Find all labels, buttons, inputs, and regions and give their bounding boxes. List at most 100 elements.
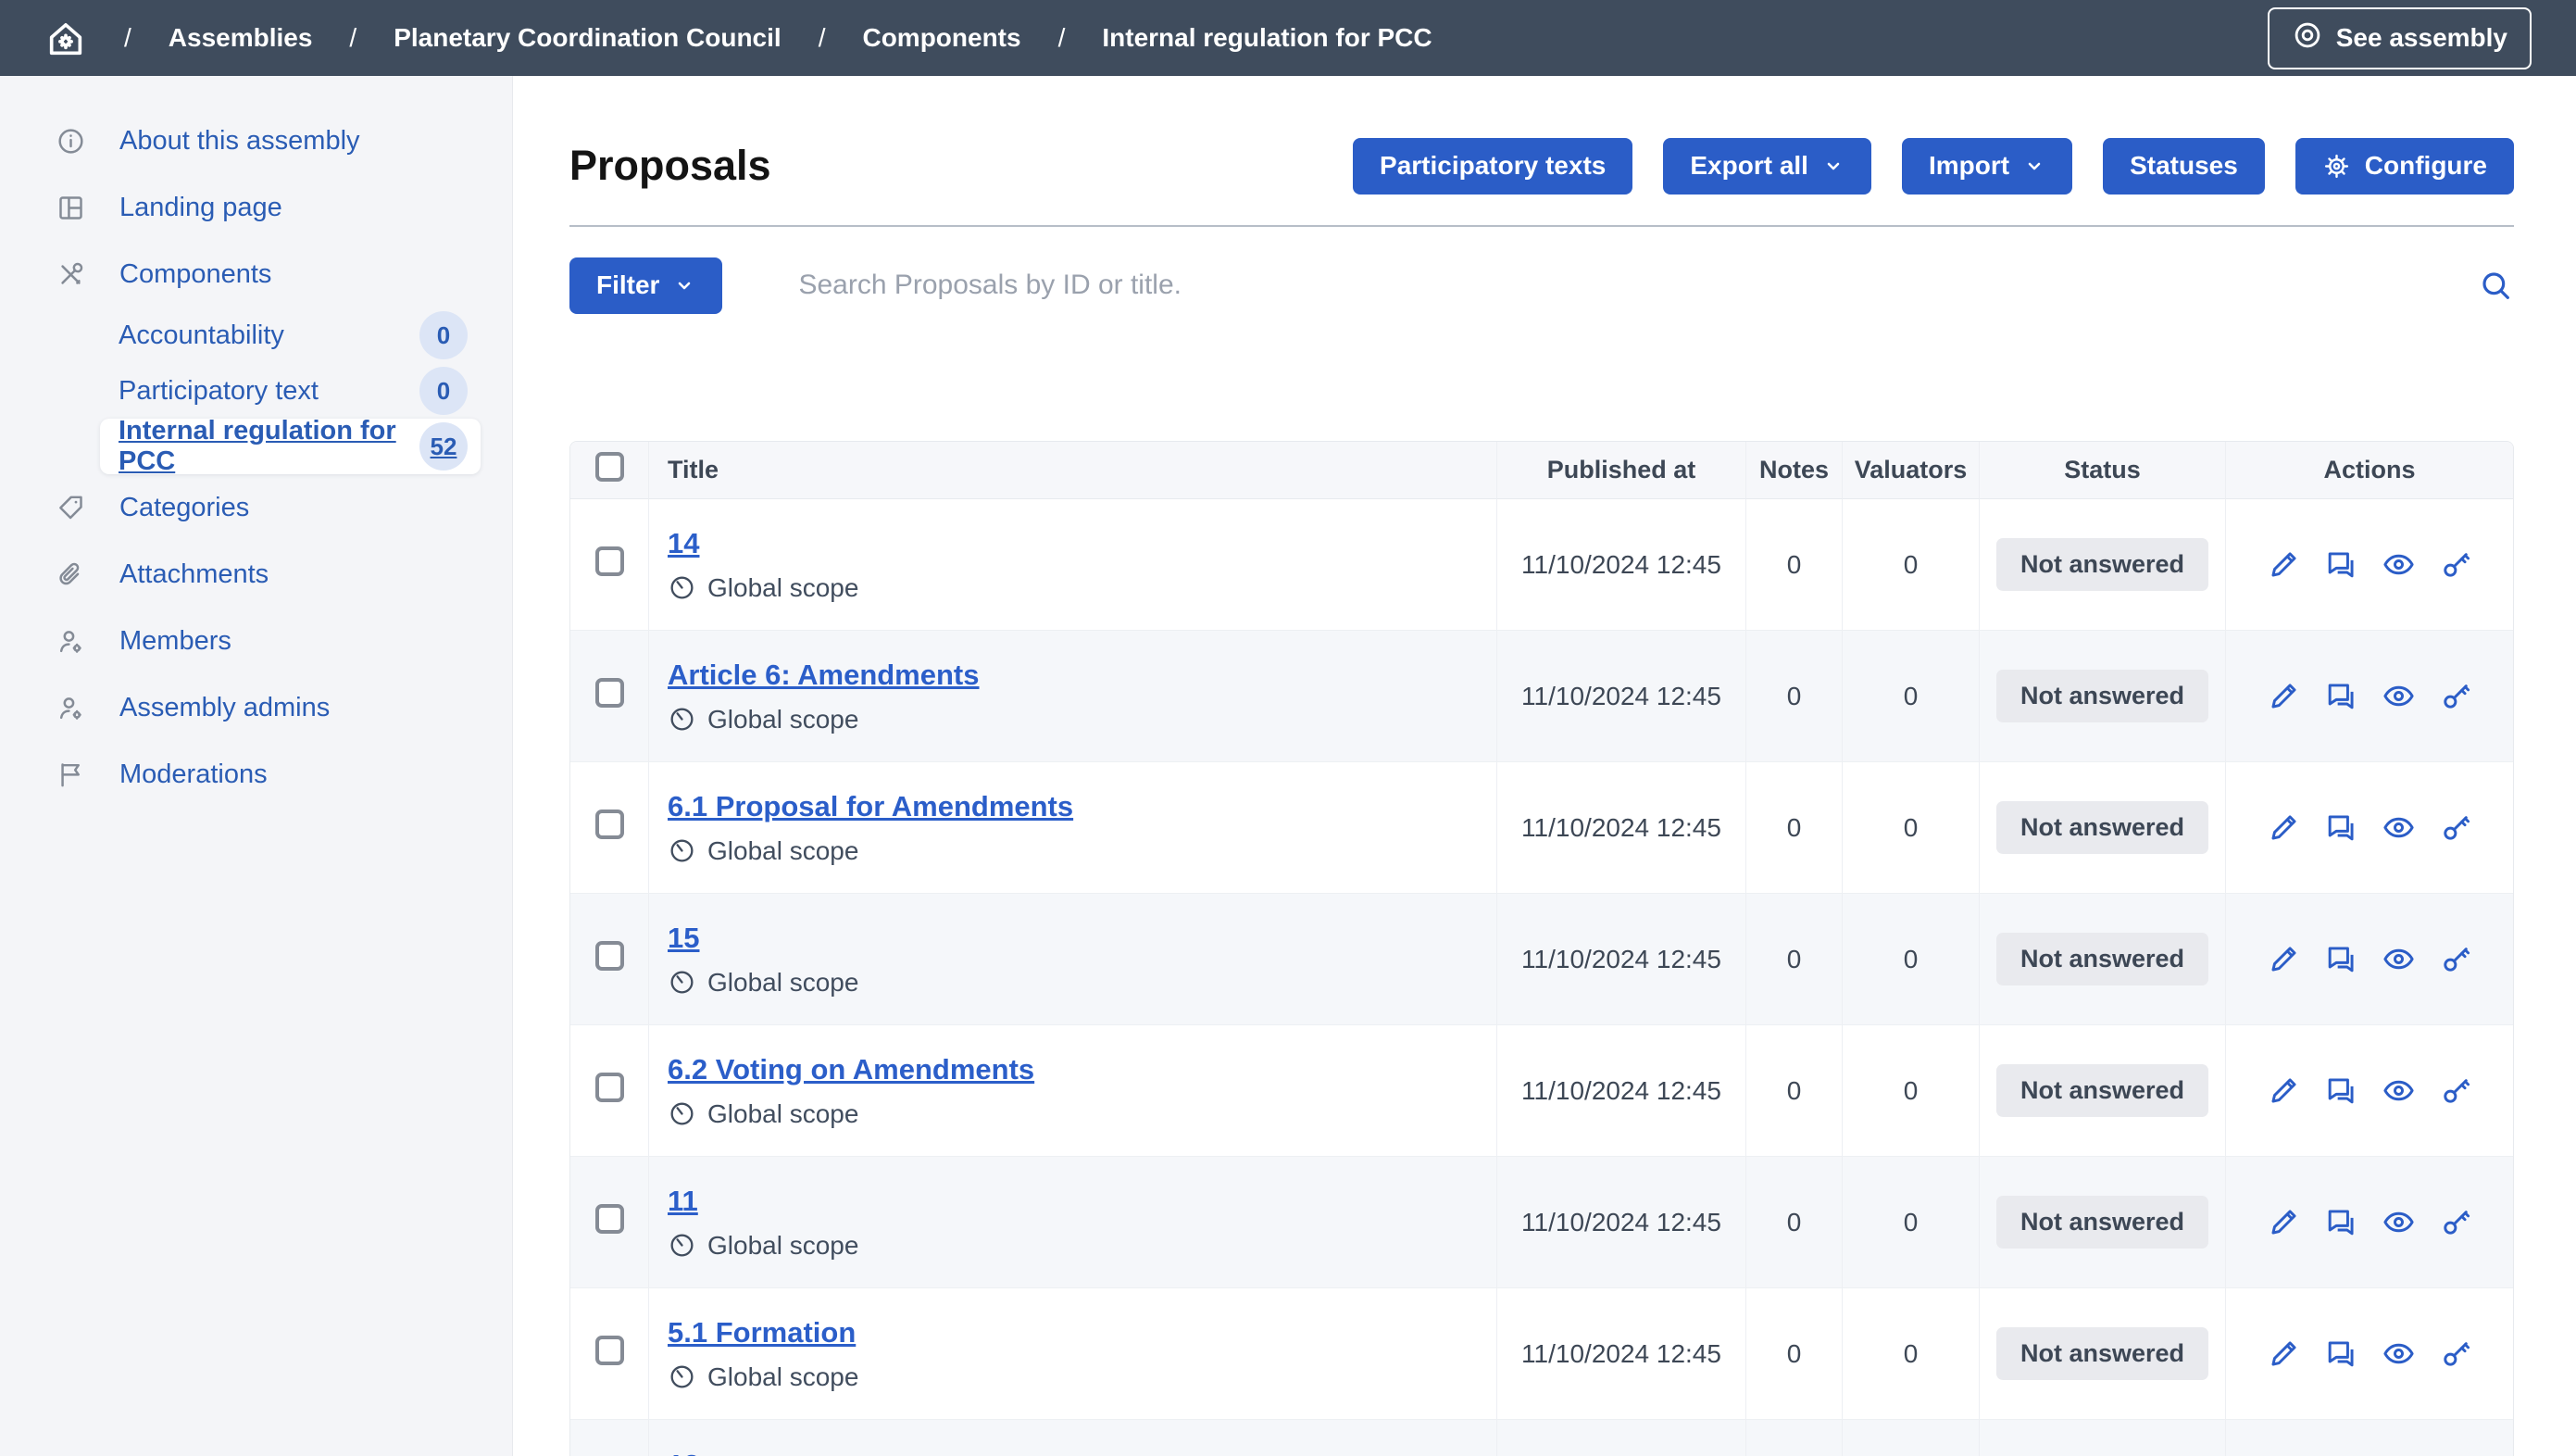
proposal-title-link[interactable]: 6.1 Proposal for Amendments	[668, 790, 1073, 823]
sidebar-item-about[interactable]: About this assembly	[0, 107, 512, 174]
published-at-cell: 11/10/2024 12:45	[1497, 1288, 1746, 1420]
preview-eye-icon[interactable]	[2382, 810, 2416, 845]
permissions-key-icon[interactable]	[2439, 679, 2473, 713]
valuators-count: 0	[1843, 631, 1980, 762]
status-badge: Not answered	[1996, 933, 2208, 985]
edit-pencil-icon[interactable]	[2267, 1337, 2301, 1371]
table-row: 15 Global scope 11/10/2024 12:45 0 0 Not…	[570, 894, 2513, 1025]
status-badge: Not answered	[1996, 538, 2208, 591]
row-checkbox[interactable]	[595, 941, 624, 971]
layout-icon	[56, 193, 86, 223]
notes-count: 0	[1746, 631, 1843, 762]
breadcrumb-separator: /	[124, 23, 131, 53]
sidebar-item-components[interactable]: Components	[0, 241, 512, 308]
participatory-texts-button[interactable]: Participatory texts	[1353, 138, 1632, 195]
column-header-actions: Actions	[2226, 442, 2513, 499]
proposals-table: Title Published at Notes Valuators Statu…	[569, 441, 2514, 1456]
edit-pencil-icon[interactable]	[2267, 547, 2301, 582]
breadcrumb-assemblies[interactable]: Assemblies	[169, 23, 313, 53]
sidebar-subitem-label: Internal regulation for PCC	[119, 416, 419, 477]
answer-chat-icon[interactable]	[2324, 1205, 2358, 1239]
statuses-button[interactable]: Statuses	[2103, 138, 2265, 195]
table-row: 11 Global scope 11/10/2024 12:45 0 0 Not…	[570, 1157, 2513, 1288]
preview-eye-icon[interactable]	[2382, 942, 2416, 976]
chevron-down-icon	[673, 274, 695, 296]
count-badge: 0	[419, 311, 468, 359]
row-checkbox[interactable]	[595, 1204, 624, 1234]
permissions-key-icon[interactable]	[2439, 810, 2473, 845]
proposal-title-link[interactable]: Article 6: Amendments	[668, 659, 980, 692]
row-checkbox[interactable]	[595, 546, 624, 576]
edit-pencil-icon[interactable]	[2267, 679, 2301, 713]
count-badge: 0	[419, 367, 468, 415]
main-content: Proposals Participatory texts Export all…	[513, 76, 2576, 1456]
proposal-title-link[interactable]: 15	[668, 922, 699, 955]
notes-count: 0	[1746, 894, 1843, 1025]
sidebar-item-assembly-admins[interactable]: Assembly admins	[0, 674, 512, 741]
search-icon[interactable]	[2477, 267, 2514, 304]
preview-eye-icon[interactable]	[2382, 1205, 2416, 1239]
valuators-count: 0	[1843, 499, 1980, 631]
home-icon[interactable]	[44, 17, 87, 59]
proposal-title-link[interactable]: 12	[668, 1449, 699, 1456]
notes-count: 0	[1746, 1157, 1843, 1288]
published-at-cell: 11/10/2024 12:45	[1497, 499, 1746, 631]
edit-pencil-icon[interactable]	[2267, 942, 2301, 976]
sidebar-item-categories[interactable]: Categories	[0, 474, 512, 541]
sidebar-subitem-participatory-text[interactable]: Participatory text 0	[100, 363, 481, 419]
sidebar-item-landing-page[interactable]: Landing page	[0, 174, 512, 241]
sidebar-item-members[interactable]: Members	[0, 608, 512, 674]
edit-pencil-icon[interactable]	[2267, 1205, 2301, 1239]
permissions-key-icon[interactable]	[2439, 1073, 2473, 1108]
export-all-button[interactable]: Export all	[1663, 138, 1871, 195]
row-checkbox[interactable]	[595, 1073, 624, 1102]
proposal-title-link[interactable]: 11	[668, 1185, 698, 1218]
sidebar-subitem-accountability[interactable]: Accountability 0	[100, 308, 481, 363]
select-all-checkbox[interactable]	[595, 452, 624, 482]
see-assembly-button[interactable]: See assembly	[2268, 7, 2532, 69]
answer-chat-icon[interactable]	[2324, 810, 2358, 845]
sidebar-subitem-label: Accountability	[119, 320, 284, 351]
permissions-key-icon[interactable]	[2439, 1337, 2473, 1371]
breadcrumb-components[interactable]: Components	[862, 23, 1020, 53]
permissions-key-icon[interactable]	[2439, 1205, 2473, 1239]
preview-eye-icon[interactable]	[2382, 1337, 2416, 1371]
status-badge: Not answered	[1996, 1327, 2208, 1380]
page-title: Proposals	[569, 142, 771, 190]
proposal-title-link[interactable]: 14	[668, 527, 699, 560]
preview-eye-icon[interactable]	[2382, 1073, 2416, 1108]
answer-chat-icon[interactable]	[2324, 1337, 2358, 1371]
configure-button[interactable]: Configure	[2295, 138, 2514, 195]
row-checkbox[interactable]	[595, 1336, 624, 1365]
filter-button[interactable]: Filter	[569, 257, 722, 314]
permissions-key-icon[interactable]	[2439, 547, 2473, 582]
proposal-title-link[interactable]: 6.2 Voting on Amendments	[668, 1053, 1034, 1086]
answer-chat-icon[interactable]	[2324, 547, 2358, 582]
breadcrumb-assembly-name[interactable]: Planetary Coordination Council	[394, 23, 781, 53]
answer-chat-icon[interactable]	[2324, 942, 2358, 976]
answer-chat-icon[interactable]	[2324, 679, 2358, 713]
notes-count: 0	[1746, 499, 1843, 631]
preview-eye-icon[interactable]	[2382, 547, 2416, 582]
sidebar-subitem-internal-regulation[interactable]: Internal regulation for PCC 52	[100, 419, 481, 474]
sidebar-item-moderations[interactable]: Moderations	[0, 741, 512, 808]
row-checkbox[interactable]	[595, 810, 624, 839]
status-badge: Not answered	[1996, 1064, 2208, 1117]
scope-label: Global scope	[707, 836, 858, 866]
sidebar-item-attachments[interactable]: Attachments	[0, 541, 512, 608]
answer-chat-icon[interactable]	[2324, 1073, 2358, 1108]
valuators-count: 0	[1843, 1288, 1980, 1420]
global-scope-icon	[668, 1362, 696, 1391]
proposal-title-link[interactable]: 5.1 Formation	[668, 1316, 856, 1349]
permissions-key-icon[interactable]	[2439, 942, 2473, 976]
search-input[interactable]	[796, 269, 2477, 302]
preview-eye-icon[interactable]	[2382, 679, 2416, 713]
filter-row: Filter	[569, 257, 2514, 313]
count-badge: 52	[419, 422, 468, 471]
edit-pencil-icon[interactable]	[2267, 810, 2301, 845]
button-label: Import	[1929, 151, 2009, 181]
edit-pencil-icon[interactable]	[2267, 1073, 2301, 1108]
column-header-valuators: Valuators	[1843, 442, 1980, 499]
row-checkbox[interactable]	[595, 678, 624, 708]
import-button[interactable]: Import	[1902, 138, 2072, 195]
